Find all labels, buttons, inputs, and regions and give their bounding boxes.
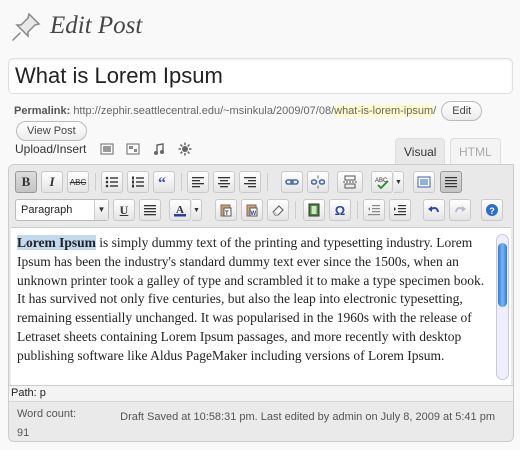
toolbar-separator <box>181 173 182 191</box>
link-icon <box>285 179 299 185</box>
unlink-icon <box>311 175 325 189</box>
fullscreen-button[interactable] <box>413 171 435 193</box>
svg-text:“: “ <box>158 175 166 189</box>
kitchen-sink-button[interactable] <box>440 171 462 193</box>
view-post-button[interactable]: View Post <box>16 121 87 142</box>
fullscreen-icon <box>417 176 431 188</box>
justify-button[interactable] <box>139 199 161 221</box>
paste-text-icon: T <box>220 204 232 217</box>
body-text: is simply dummy text of the printing and… <box>17 235 485 363</box>
permalink-label: Permalink: <box>14 105 71 117</box>
chevron-down-icon: ▼ <box>94 200 108 220</box>
align-left-icon <box>192 177 204 188</box>
outdent-icon <box>368 205 380 216</box>
film-icon <box>308 203 320 217</box>
upload-insert-row: Upload/Insert <box>15 142 192 156</box>
scrollbar-thumb[interactable] <box>498 243 507 307</box>
pushpin-icon <box>12 12 41 41</box>
post-title-input[interactable] <box>8 58 513 94</box>
permalink-slug[interactable]: what-is-lorem-ipsum <box>334 105 434 117</box>
paste-word-icon: W <box>246 204 258 217</box>
svg-text:?: ? <box>489 206 495 216</box>
format-select[interactable]: Paragraph ▼ <box>15 199 109 221</box>
align-left-button[interactable] <box>187 171 209 193</box>
text-color-dropdown[interactable]: ▼ <box>192 199 202 221</box>
page-header: Edit Post <box>10 8 142 44</box>
add-media-icon[interactable] <box>178 142 192 156</box>
paste-text-button[interactable]: T <box>215 199 237 221</box>
unlink-button[interactable] <box>307 171 329 193</box>
align-center-button[interactable] <box>213 171 235 193</box>
word-count-label: Word count: <box>17 408 77 420</box>
tab-visual[interactable]: Visual <box>395 138 446 165</box>
permalink-base: http://zephir.seattlecentral.edu/~msinku… <box>73 105 335 117</box>
post-editor: B I ABC “ ABC ▼ Paragraph ▼ U A ▼ T W Ω … <box>8 164 514 442</box>
indent-button[interactable] <box>389 199 411 221</box>
permalink-row: Permalink: http://zephir.seattlecentral.… <box>14 101 504 142</box>
italic-button[interactable]: I <box>41 171 63 193</box>
align-right-icon <box>244 177 256 188</box>
add-image-icon[interactable] <box>100 142 114 156</box>
strikethrough-button[interactable]: ABC <box>67 171 89 193</box>
tab-html[interactable]: HTML <box>450 138 501 165</box>
undo-button[interactable] <box>423 199 445 221</box>
spellcheck-button[interactable]: ABC <box>371 171 393 193</box>
spellcheck-language-dropdown[interactable]: ▼ <box>394 171 404 193</box>
redo-icon <box>455 206 466 213</box>
text-color-icon: A <box>174 204 186 217</box>
upload-insert-label: Upload/Insert <box>15 142 87 156</box>
indent-icon <box>394 205 406 216</box>
post-body-text[interactable]: Lorem Ipsum is simply dummy text of the … <box>17 234 493 366</box>
bold-button[interactable]: B <box>15 171 37 193</box>
eraser-icon <box>272 205 284 216</box>
undo-icon <box>428 206 439 213</box>
numbered-list-icon <box>132 176 144 188</box>
help-button[interactable]: ? <box>481 199 503 221</box>
word-count-value: 91 <box>17 427 30 439</box>
underline-button[interactable]: U <box>113 199 135 221</box>
selected-text: Lorem Ipsum <box>17 235 96 250</box>
toolbar-row-2: Paragraph ▼ U A ▼ T W Ω ? <box>9 197 513 225</box>
toolbar-separator <box>95 173 96 191</box>
numbered-list-button[interactable] <box>127 171 149 193</box>
permalink-edit-button[interactable]: Edit <box>441 101 483 122</box>
spellcheck-icon: ABC <box>375 178 389 189</box>
outdent-button[interactable] <box>363 199 385 221</box>
help-icon: ? <box>486 204 498 216</box>
insert-more-button[interactable] <box>337 171 363 193</box>
special-character-button[interactable]: Ω <box>329 199 351 221</box>
page-title: Edit Post <box>50 12 143 39</box>
toolbar-separator <box>357 201 358 219</box>
svg-text:T: T <box>225 211 229 217</box>
blockquote-button[interactable]: “ <box>153 171 175 193</box>
quote-icon: “ <box>158 175 166 189</box>
align-right-button[interactable] <box>239 171 261 193</box>
toolbar-row-1: B I ABC “ ABC ▼ <box>9 169 513 197</box>
permalink-trail: / <box>433 105 437 117</box>
align-center-icon <box>218 177 230 188</box>
bullet-list-button[interactable] <box>101 171 123 193</box>
embed-media-button[interactable] <box>303 199 325 221</box>
editor-content-area[interactable]: Lorem Ipsum is simply dummy text of the … <box>11 227 511 385</box>
redo-button[interactable] <box>449 199 471 221</box>
more-tag-icon <box>343 175 357 189</box>
align-justify-icon <box>144 205 156 216</box>
element-path: Path: p <box>9 385 513 401</box>
svg-text:W: W <box>251 211 257 217</box>
draft-saved-status: Draft Saved at 10:58:31 pm. Last edited … <box>120 411 495 423</box>
text-color-button[interactable]: A <box>169 199 191 221</box>
paste-word-button[interactable]: W <box>241 199 263 221</box>
add-video-icon[interactable] <box>126 142 140 156</box>
toolbar-separator <box>295 201 296 219</box>
kitchen-sink-icon <box>445 177 457 188</box>
add-audio-icon[interactable] <box>152 142 166 156</box>
remove-format-button[interactable] <box>267 199 289 221</box>
editor-status-bar: Word count: 91 Draft Saved at 10:58:31 p… <box>9 401 513 441</box>
bullet-list-icon <box>105 176 118 188</box>
toolbar-separator <box>267 173 268 191</box>
editor-scrollbar[interactable] <box>496 234 509 380</box>
insert-link-button[interactable] <box>281 171 303 193</box>
